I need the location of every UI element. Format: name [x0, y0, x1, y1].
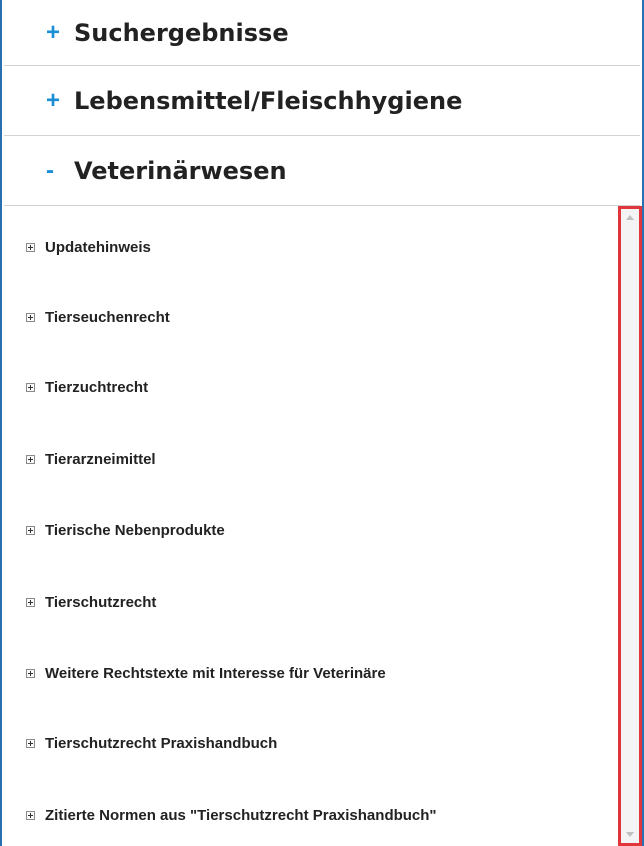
tree-item-tierseuchenrecht[interactable]: Tierseuchenrecht: [4, 302, 170, 332]
plus-box-icon[interactable]: [26, 668, 35, 678]
section-title[interactable]: Lebensmittel/Fleischhygiene: [74, 87, 462, 115]
tree-item-weitere-rechtstexte[interactable]: Weitere Rechtstexte mit Interesse für Ve…: [4, 658, 386, 688]
plus-box-icon[interactable]: [26, 738, 35, 748]
plus-box-icon[interactable]: [26, 525, 35, 535]
tree-item-label[interactable]: Tierschutzrecht Praxishandbuch: [45, 735, 277, 752]
tree-item-label[interactable]: Tierschutzrecht: [45, 594, 156, 611]
tree-item-zitierte-normen[interactable]: Zitierte Normen aus "Tierschutzrecht Pra…: [4, 800, 437, 830]
accordion-panel: + Suchergebnisse + Lebensmittel/Fleischh…: [0, 0, 644, 846]
tree-item-label[interactable]: Weitere Rechtstexte mit Interesse für Ve…: [45, 665, 386, 682]
tree-item-label[interactable]: Tierarzneimittel: [45, 451, 156, 468]
section-title[interactable]: Suchergebnisse: [74, 19, 289, 47]
section-header-veterinaerwesen[interactable]: - Veterinärwesen: [4, 136, 640, 206]
tree-item-tierarzneimittel[interactable]: Tierarzneimittel: [4, 444, 156, 474]
tree-item-tierschutzrecht-praxishandbuch[interactable]: Tierschutzrecht Praxishandbuch: [4, 728, 277, 758]
expand-toggle-icon[interactable]: +: [46, 87, 68, 115]
tree-item-label[interactable]: Zitierte Normen aus "Tierschutzrecht Pra…: [45, 807, 437, 824]
plus-box-icon[interactable]: [26, 597, 35, 607]
vertical-scrollbar[interactable]: [618, 206, 642, 846]
collapse-toggle-icon[interactable]: -: [46, 157, 68, 185]
tree-view: Updatehinweis Tierseuchenrecht Tierzucht…: [4, 206, 618, 846]
section-header-suchergebnisse[interactable]: + Suchergebnisse: [4, 0, 640, 66]
tree-item-tierschutzrecht[interactable]: Tierschutzrecht: [4, 587, 156, 617]
scroll-up-arrow-icon[interactable]: [626, 215, 634, 220]
tree-item-label[interactable]: Updatehinweis: [45, 239, 151, 256]
tree-item-updatehinweis[interactable]: Updatehinweis: [4, 232, 151, 262]
scroll-down-arrow-icon[interactable]: [626, 832, 634, 837]
tree-item-label[interactable]: Tierzuchtrecht: [45, 379, 148, 396]
plus-box-icon[interactable]: [26, 242, 35, 252]
plus-box-icon[interactable]: [26, 382, 35, 392]
tree-item-label[interactable]: Tierische Nebenprodukte: [45, 522, 225, 539]
plus-box-icon[interactable]: [26, 312, 35, 322]
tree-item-tierzuchtrecht[interactable]: Tierzuchtrecht: [4, 372, 148, 402]
section-title[interactable]: Veterinärwesen: [74, 157, 287, 185]
section-header-lebensmittel[interactable]: + Lebensmittel/Fleischhygiene: [4, 66, 640, 136]
tree-item-label[interactable]: Tierseuchenrecht: [45, 309, 170, 326]
plus-box-icon[interactable]: [26, 810, 35, 820]
tree-item-tierische-nebenprodukte[interactable]: Tierische Nebenprodukte: [4, 515, 225, 545]
plus-box-icon[interactable]: [26, 454, 35, 464]
expand-toggle-icon[interactable]: +: [46, 19, 68, 47]
